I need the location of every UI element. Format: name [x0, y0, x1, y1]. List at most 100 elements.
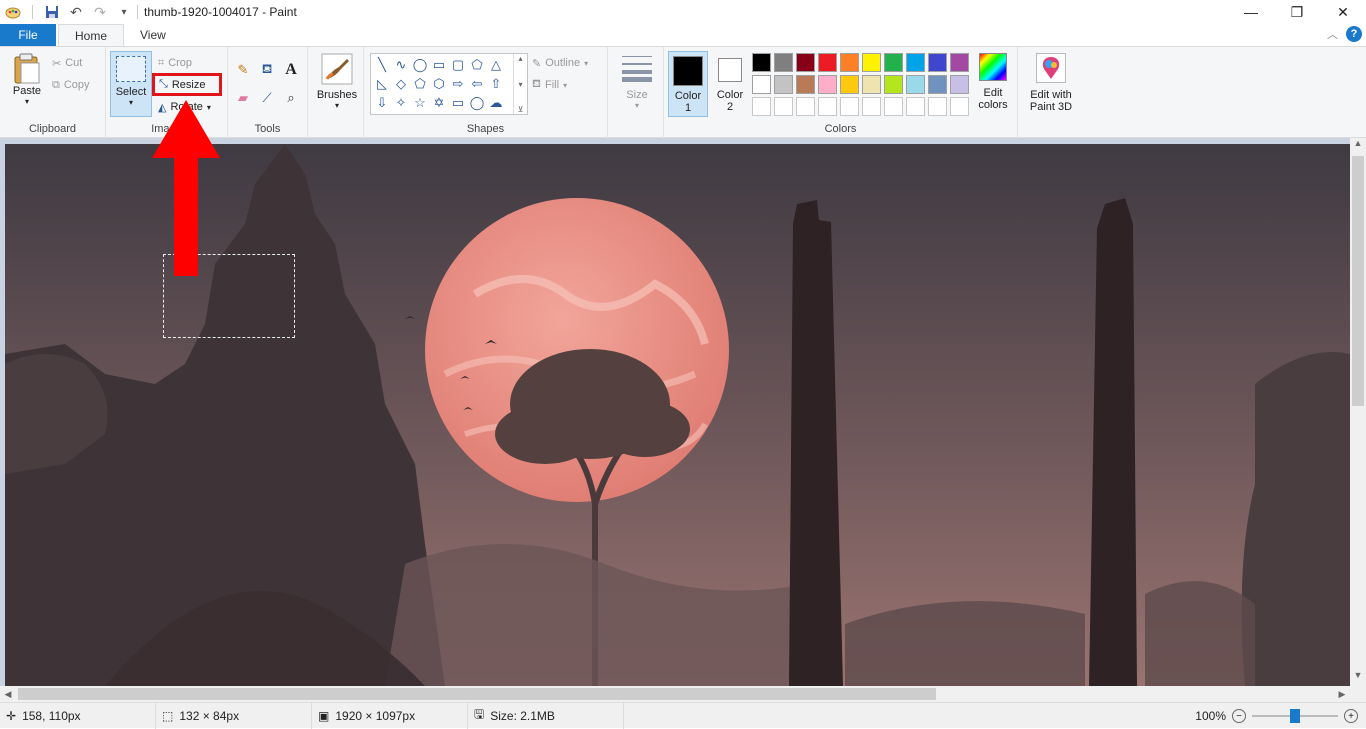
tab-file[interactable]: File	[0, 24, 56, 46]
palette-swatch[interactable]	[796, 75, 815, 94]
palette-swatch[interactable]	[950, 53, 969, 72]
expand-gallery-icon[interactable]: ⊻	[518, 105, 524, 114]
collapse-ribbon-icon[interactable]: ︿	[1327, 26, 1338, 42]
palette-swatch[interactable]	[928, 97, 947, 116]
scroll-right-arrow-icon[interactable]: ▶	[1334, 686, 1350, 702]
redo-icon[interactable]: ↷	[91, 3, 109, 21]
palette-swatch[interactable]	[774, 97, 793, 116]
rounded-callout-shape-icon[interactable]: ▭	[449, 94, 467, 112]
down-arrow-shape-icon[interactable]: ⇩	[373, 94, 391, 112]
four-point-star-shape-icon[interactable]: ✧	[392, 94, 410, 112]
select-button[interactable]: Select ▾	[110, 51, 152, 117]
maximize-button[interactable]: ❐	[1274, 0, 1320, 24]
resize-button[interactable]: ⤡ Resize	[152, 73, 222, 96]
palette-swatch[interactable]	[928, 75, 947, 94]
polygon-shape-icon[interactable]: ⬠	[468, 56, 486, 74]
palette-swatch[interactable]	[796, 53, 815, 72]
zoom-in-icon[interactable]: +	[1344, 709, 1358, 723]
fill-bucket-icon[interactable]: ⛾	[258, 61, 276, 79]
palette-swatch[interactable]	[884, 53, 903, 72]
cloud-callout-shape-icon[interactable]: ☁	[487, 94, 505, 112]
outline-button[interactable]: ✎ Outline ▾	[532, 53, 588, 73]
brushes-button[interactable]: Brushes ▾	[314, 53, 360, 110]
palette-swatch[interactable]	[818, 97, 837, 116]
rounded-rectangle-shape-icon[interactable]: ▢	[449, 56, 467, 74]
palette-swatch[interactable]	[862, 97, 881, 116]
hexagon-shape-icon[interactable]: ⬡	[430, 75, 448, 93]
six-point-star-shape-icon[interactable]: ✡	[430, 94, 448, 112]
zoom-out-icon[interactable]: −	[1232, 709, 1246, 723]
vertical-scrollbar[interactable]: ▲ ▼	[1350, 138, 1366, 686]
palette-swatch[interactable]	[928, 53, 947, 72]
color1-button[interactable]: Color 1	[668, 51, 708, 117]
paint-app-icon[interactable]	[4, 3, 22, 21]
fill-button[interactable]: ⛾ Fill ▾	[532, 75, 567, 95]
tab-home[interactable]: Home	[58, 24, 125, 46]
horizontal-scrollbar[interactable]: ◀ ▶	[0, 686, 1350, 702]
paste-button[interactable]: Paste ▾	[8, 53, 46, 106]
pencil-icon[interactable]: ✎	[234, 61, 252, 79]
palette-swatch[interactable]	[884, 75, 903, 94]
right-triangle-shape-icon[interactable]: ◺	[373, 75, 391, 93]
palette-swatch[interactable]	[906, 53, 925, 72]
scroll-up-arrow-icon[interactable]: ▲	[1350, 138, 1366, 154]
magnifier-icon[interactable]: ⌕	[282, 89, 300, 107]
copy-button[interactable]: ⧉ Copy	[52, 75, 90, 95]
color-picker-icon[interactable]: ⟋	[258, 89, 276, 107]
scroll-up-icon[interactable]: ▴	[518, 54, 522, 63]
up-arrow-shape-icon[interactable]: ⇧	[487, 75, 505, 93]
eraser-icon[interactable]: ▰	[234, 89, 252, 107]
shapes-gallery-scroll[interactable]: ▴ ▾ ⊻	[513, 54, 527, 114]
palette-swatch[interactable]	[752, 97, 771, 116]
palette-swatch[interactable]	[840, 53, 859, 72]
five-point-star-shape-icon[interactable]: ☆	[411, 94, 429, 112]
crop-button[interactable]: ⌗ Crop	[158, 53, 192, 73]
save-icon[interactable]	[43, 3, 61, 21]
undo-icon[interactable]: ↶	[67, 3, 85, 21]
vertical-scroll-thumb[interactable]	[1352, 156, 1364, 406]
palette-swatch[interactable]	[774, 53, 793, 72]
diamond-shape-icon[interactable]: ◇	[392, 75, 410, 93]
curve-shape-icon[interactable]: ∿	[392, 56, 410, 74]
pentagon-shape-icon[interactable]: ⬠	[411, 75, 429, 93]
palette-swatch[interactable]	[840, 97, 859, 116]
scroll-down-icon[interactable]: ▾	[518, 80, 522, 89]
palette-swatch[interactable]	[906, 97, 925, 116]
palette-swatch[interactable]	[774, 75, 793, 94]
palette-swatch[interactable]	[752, 75, 771, 94]
palette-swatch[interactable]	[818, 53, 837, 72]
minimize-button[interactable]: —	[1228, 0, 1274, 24]
zoom-slider-thumb[interactable]	[1290, 709, 1300, 723]
tab-view[interactable]: View	[124, 24, 182, 46]
triangle-shape-icon[interactable]: △	[487, 56, 505, 74]
palette-swatch[interactable]	[906, 75, 925, 94]
edit-colors-button[interactable]: Edit colors	[976, 53, 1010, 111]
help-icon[interactable]: ?	[1346, 26, 1362, 42]
palette-swatch[interactable]	[862, 75, 881, 94]
palette-swatch[interactable]	[818, 75, 837, 94]
palette-swatch[interactable]	[840, 75, 859, 94]
scroll-down-arrow-icon[interactable]: ▼	[1350, 670, 1366, 686]
close-button[interactable]: ✕	[1320, 0, 1366, 24]
cut-button[interactable]: ✂ Cut	[52, 53, 82, 73]
palette-swatch[interactable]	[862, 53, 881, 72]
left-arrow-shape-icon[interactable]: ⇦	[468, 75, 486, 93]
palette-swatch[interactable]	[884, 97, 903, 116]
horizontal-scroll-thumb[interactable]	[18, 688, 936, 700]
color2-button[interactable]: Color 2	[712, 51, 748, 117]
right-arrow-shape-icon[interactable]: ⇨	[449, 75, 467, 93]
zoom-slider[interactable]	[1252, 709, 1338, 723]
edit-with-paint3d-button[interactable]: Edit with Paint 3D	[1022, 53, 1080, 113]
scroll-left-arrow-icon[interactable]: ◀	[0, 686, 16, 702]
palette-swatch[interactable]	[950, 75, 969, 94]
rectangle-shape-icon[interactable]: ▭	[430, 56, 448, 74]
text-tool-icon[interactable]: A	[282, 61, 300, 79]
oval-callout-shape-icon[interactable]: ◯	[468, 94, 486, 112]
oval-shape-icon[interactable]: ◯	[411, 56, 429, 74]
palette-swatch[interactable]	[796, 97, 815, 116]
line-shape-icon[interactable]: ╲	[373, 56, 391, 74]
size-button[interactable]: Size ▾	[614, 53, 660, 110]
palette-swatch[interactable]	[950, 97, 969, 116]
palette-swatch[interactable]	[752, 53, 771, 72]
customize-qat-icon[interactable]: ▾	[115, 3, 133, 21]
